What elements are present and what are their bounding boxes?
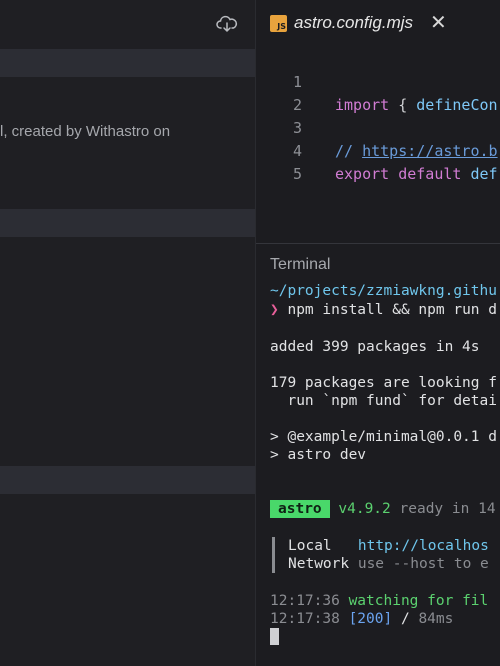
network-hint: use --host to e — [357, 556, 489, 572]
code-identifier: defineCon — [416, 96, 498, 114]
log-line: 12:17:36 watching for fil — [270, 592, 488, 610]
terminal-line: > @example/minimal@0.0.1 d — [270, 429, 497, 445]
left-panel: l, created by Withastro on — [0, 0, 256, 666]
list-row-highlight[interactable] — [0, 466, 256, 494]
line-number: 5 — [292, 165, 302, 183]
log-path: / — [400, 611, 410, 627]
astro-badge: astro — [270, 500, 330, 518]
terminal-line: run `npm fund` for detai — [270, 393, 497, 409]
code-line: 2 — [256, 71, 310, 114]
right-panel: JS astro.config.mjs ✕ 1 import { defineC… — [256, 0, 500, 666]
code-identifier: def — [470, 165, 498, 183]
code-editor[interactable]: 1 import { defineCon 2 3 // https://astr… — [256, 48, 500, 243]
log-time: 12:17:36 — [270, 593, 340, 609]
log-line: 12:17:38 [200] / 84ms — [270, 610, 453, 628]
network-line: Network use --host to e — [288, 555, 489, 573]
local-url-link[interactable]: http://localhos — [358, 538, 489, 554]
local-label: Local — [288, 538, 332, 554]
code-keyword: export — [335, 165, 390, 183]
server-info-bar — [272, 537, 275, 573]
log-time: 12:17:38 — [270, 611, 340, 627]
code-comment: // — [335, 142, 363, 160]
log-status: [200] — [348, 611, 393, 627]
left-toolbar — [0, 0, 256, 48]
code-line: 3 // https://astro.b — [256, 94, 498, 160]
list-row-highlight[interactable] — [0, 209, 256, 237]
list-row-highlight[interactable] — [0, 49, 256, 77]
close-icon[interactable]: ✕ — [430, 12, 447, 32]
ready-text: ready in 14 — [399, 501, 496, 517]
local-url-line: Local http://localhos — [288, 537, 489, 555]
terminal-command-line: ❯ npm install && npm run d — [270, 301, 497, 319]
astro-ready-line: astro v4.9.2 ready in 14 — [270, 500, 496, 518]
network-label: Network — [288, 556, 350, 572]
code-keyword: import — [335, 96, 390, 114]
terminal-cwd: ~/projects/zzmiawkng.githu — [270, 283, 497, 299]
terminal-line: added 399 packages in 4s — [270, 339, 480, 355]
terminal-cursor — [270, 628, 279, 645]
code-line: 5 — [256, 140, 310, 183]
editor-tab[interactable]: JS astro.config.mjs ✕ — [256, 0, 500, 48]
terminal-command: npm install && npm run d — [287, 302, 497, 318]
log-duration: 84ms — [418, 611, 454, 627]
code-line: 1 import { defineCon — [256, 48, 498, 114]
code-punctuation: { — [389, 96, 417, 114]
log-text: watching for fil — [348, 593, 489, 609]
code-line: 4 export default def — [256, 117, 498, 183]
cloud-download-icon[interactable] — [216, 14, 238, 34]
terminal-line: 179 packages are looking f — [270, 375, 497, 391]
astro-version: v4.9.2 — [338, 501, 391, 517]
js-file-icon: JS — [270, 15, 287, 32]
prompt-icon: ❯ — [270, 302, 279, 318]
terminal-line: > astro dev — [270, 447, 367, 463]
panel-separator[interactable] — [256, 243, 500, 244]
repo-description: l, created by Withastro on — [0, 123, 171, 140]
terminal-title: Terminal — [270, 256, 331, 273]
code-keyword: default — [398, 165, 462, 183]
tab-filename[interactable]: astro.config.mjs — [294, 13, 413, 33]
code-comment-link[interactable]: https://astro.b — [362, 142, 497, 160]
